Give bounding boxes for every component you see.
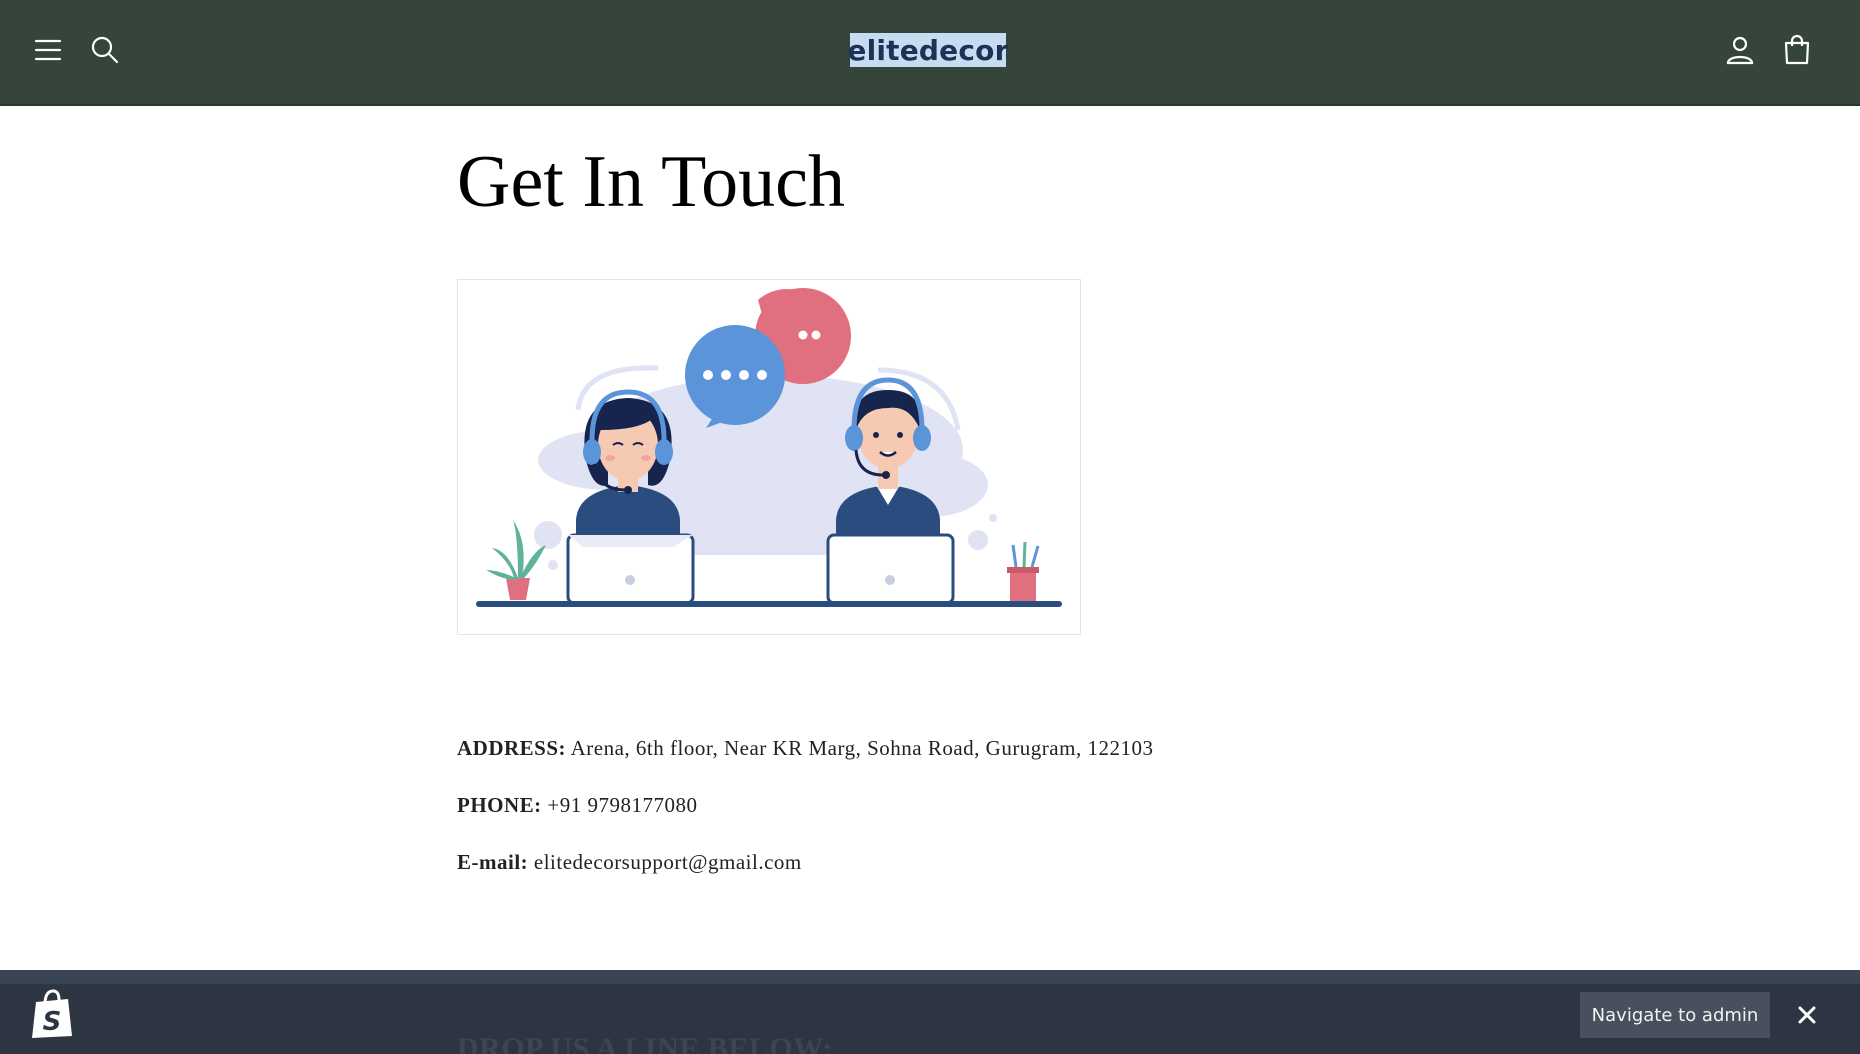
address-value: Arena, 6th floor, Near KR Marg, Sohna Ro… xyxy=(570,736,1154,760)
customer-support-illustration xyxy=(457,279,1081,635)
shopify-bag-icon[interactable]: S xyxy=(28,988,76,1040)
phone-line: PHONE: +91 9798177080 xyxy=(457,793,698,818)
site-logo[interactable]: elitedecor xyxy=(847,33,1008,67)
menu-icon[interactable] xyxy=(28,30,68,70)
address-line: ADDRESS: Arena, 6th floor, Near KR Marg,… xyxy=(457,736,1153,761)
address-label: ADDRESS: xyxy=(457,736,567,760)
svg-text:S: S xyxy=(43,1007,62,1037)
form-heading: DROP US A LINE BELOW: xyxy=(457,1032,833,1054)
phone-label: PHONE: xyxy=(457,793,542,817)
email-line: E-mail: elitedecorsupport@gmail.com xyxy=(457,850,802,875)
email-value[interactable]: elitedecorsupport@gmail.com xyxy=(534,850,802,874)
navigate-to-admin-button[interactable]: Navigate to admin xyxy=(1580,992,1770,1038)
site-header: elitedecor xyxy=(0,0,1860,106)
admin-bar: DROP US A LINE BELOW: S Navigate to admi… xyxy=(0,970,1860,1054)
phone-value[interactable]: +91 9798177080 xyxy=(547,793,697,817)
search-icon[interactable] xyxy=(85,30,125,70)
page-title: Get In Touch xyxy=(457,141,846,223)
email-label: E-mail: xyxy=(457,850,529,874)
admin-bar-edge xyxy=(0,970,1860,984)
account-icon[interactable] xyxy=(1720,30,1760,70)
close-icon[interactable] xyxy=(1792,1000,1822,1030)
cart-icon[interactable] xyxy=(1777,30,1817,70)
